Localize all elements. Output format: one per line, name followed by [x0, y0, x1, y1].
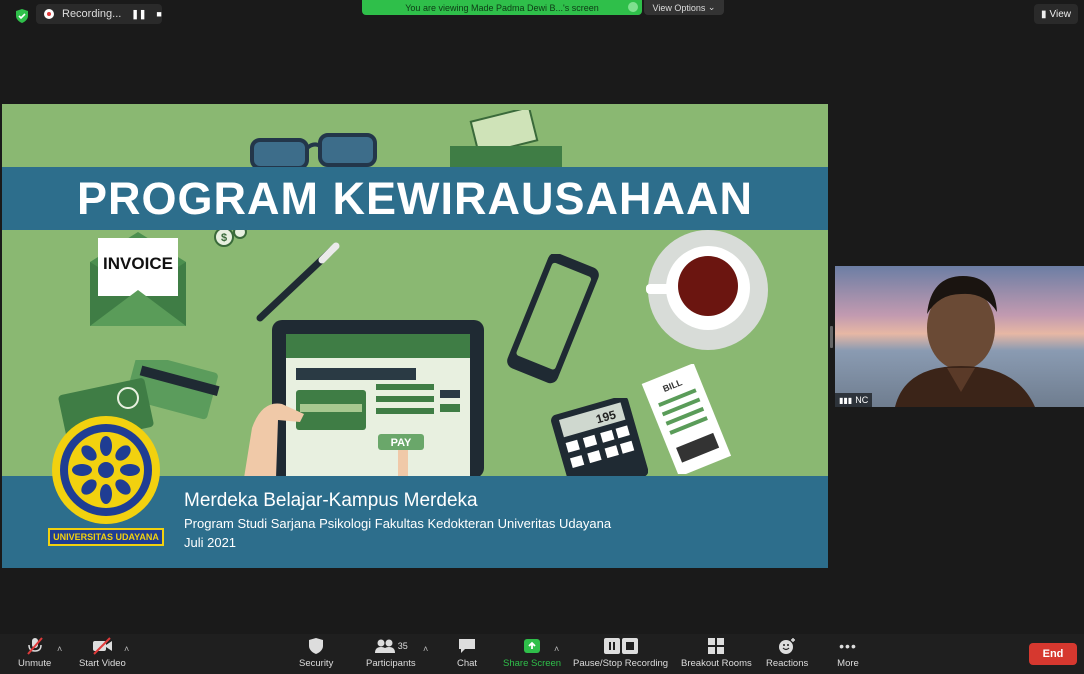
smiley-icon — [779, 638, 796, 654]
viewing-banner-text: You are viewing Made Padma Dewi B...'s s… — [405, 2, 599, 13]
stop-recording-icon[interactable]: ■ — [156, 9, 161, 19]
university-logo-caption: UNIVERSITAS UDAYANA — [48, 528, 164, 546]
participants-button[interactable]: 35 Participants — [366, 637, 416, 669]
chat-button[interactable]: Chat — [456, 637, 478, 669]
more-dots-icon: ••• — [839, 638, 857, 654]
pause-stop-recording-button[interactable]: Pause/Stop Recording — [573, 637, 668, 669]
chat-bubble-icon — [459, 639, 475, 653]
share-screen-label: Share Screen — [503, 658, 562, 669]
recording-indicator[interactable]: Recording... ❚❚ ■ — [36, 4, 162, 24]
invoice-text: INVOICE — [103, 254, 173, 273]
security-button[interactable]: Security — [299, 637, 333, 669]
video-off-icon — [93, 637, 113, 655]
chevron-down-icon: ⌄ — [705, 2, 716, 12]
reactions-button[interactable]: Reactions — [766, 637, 808, 669]
breakout-rooms-label: Breakout Rooms — [681, 658, 752, 669]
recording-label: Recording... — [62, 8, 122, 20]
view-button[interactable]: ▮ View — [1034, 4, 1078, 24]
chat-label: Chat — [456, 658, 478, 669]
view-options-button[interactable]: View Options ⌄ — [644, 0, 724, 15]
view-layout-icon: ▮ — [1040, 8, 1047, 20]
participants-icon: 35 — [371, 637, 411, 655]
signal-strength-icon: ▮▮▮ — [839, 395, 853, 405]
security-shield-icon — [16, 9, 28, 23]
more-button[interactable]: ••• More — [837, 637, 859, 669]
panel-resize-handle[interactable] — [830, 326, 833, 348]
start-video-button[interactable]: Start Video — [79, 637, 126, 669]
pause-stop-recording-label: Pause/Stop Recording — [573, 658, 669, 669]
slide-title: PROGRAM KEWIRAUSAHAAN — [77, 172, 753, 224]
meeting-toolbar: Unmute ˄ Start Video ˄ Security 35 Parti… — [0, 634, 1084, 674]
security-label: Security — [299, 658, 334, 669]
coffee-cup-illustration — [646, 230, 768, 350]
participant-video-tile[interactable]: ▮▮▮ NC — [835, 266, 1084, 407]
slide-subtitle: Merdeka Belajar-Kampus Merdeka — [184, 490, 478, 511]
svg-text:$: $ — [221, 232, 227, 244]
more-label: More — [837, 658, 859, 669]
breakout-rooms-button[interactable]: Breakout Rooms — [681, 637, 752, 669]
pause-recording-icon[interactable]: ❚❚ — [131, 9, 146, 20]
glasses-illustration — [250, 133, 377, 170]
recording-dot-icon — [44, 9, 54, 19]
participant-name-tag: ▮▮▮ NC — [835, 393, 873, 407]
share-screen-icon — [524, 639, 541, 653]
pause-stop-icon — [603, 638, 638, 654]
share-screen-button[interactable]: Share Screen — [503, 637, 561, 669]
pen-illustration — [256, 242, 340, 322]
reactions-label: Reactions — [766, 658, 809, 669]
muted-microphone-icon — [26, 637, 43, 655]
end-meeting-button[interactable]: End — [1029, 643, 1077, 665]
viewing-screen-banner: You are viewing Made Padma Dewi B...'s s… — [362, 0, 642, 15]
envelope-invoice-illustration: INVOICE — [90, 232, 186, 326]
participant-name: NC — [855, 395, 869, 405]
university-logo — [52, 416, 160, 524]
shield-icon — [309, 638, 324, 654]
participants-caret-icon[interactable]: ˄ — [423, 644, 428, 654]
title-band: PROGRAM KEWIRAUSAHAAN — [2, 167, 828, 230]
participants-label: Participants — [366, 658, 416, 669]
start-video-label: Start Video — [79, 658, 126, 669]
banner-status-icon — [628, 2, 638, 12]
bill-receipt-illustration: BILL — [641, 364, 732, 474]
calculator-illustration: 195 — [551, 398, 648, 482]
unmute-label: Unmute — [18, 658, 52, 669]
audio-options-caret-icon[interactable]: ˄ — [57, 644, 62, 654]
money-wallet-illustration — [450, 110, 562, 170]
slide-program-line: Program Studi Sarjana Psikologi Fakultas… — [184, 516, 612, 531]
slide-date: Juli 2021 — [184, 535, 237, 550]
breakout-rooms-icon — [708, 638, 725, 654]
participant-video — [895, 276, 1035, 407]
view-options-label: View Options — [652, 2, 706, 13]
participants-count: 35 — [397, 641, 408, 651]
view-label: View — [1049, 8, 1072, 20]
tablet-pay-illustration: PAY — [244, 320, 484, 478]
share-screen-caret-icon[interactable]: ˄ — [554, 644, 559, 654]
smartphone-illustration — [507, 254, 599, 384]
video-options-caret-icon[interactable]: ˄ — [124, 644, 129, 654]
pay-text: PAY — [391, 437, 412, 449]
unmute-button[interactable]: Unmute — [18, 637, 51, 669]
shared-slide: INVOICE $ PAY 195 BILL PROGRAM KEWIRAUSA… — [2, 104, 828, 568]
